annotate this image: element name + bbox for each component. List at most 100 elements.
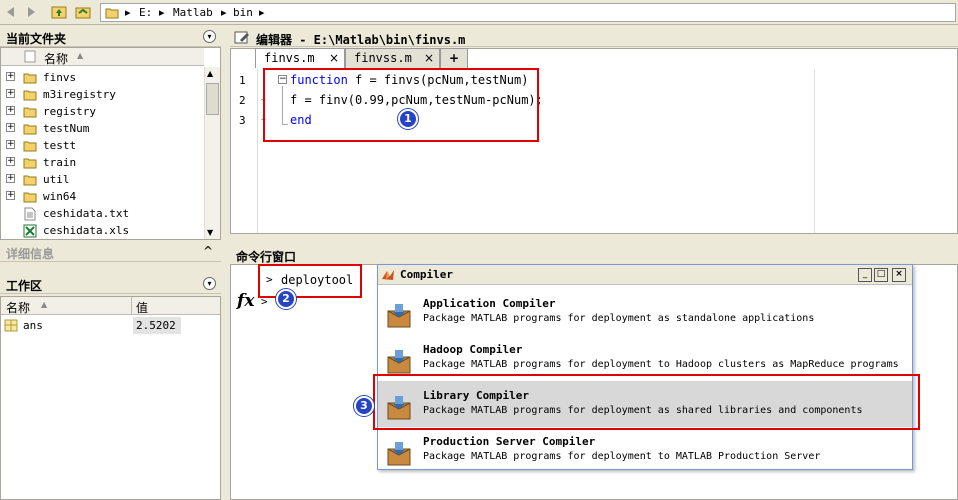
folder-row[interactable]: + m3iregistry bbox=[1, 86, 204, 103]
function-browser-icon[interactable]: fx bbox=[237, 291, 254, 311]
variable-value: 2.5202 bbox=[136, 319, 176, 332]
path-field[interactable]: ▸ E: ▸ Matlab ▸ bin ▸ bbox=[100, 3, 956, 22]
panel-splitter[interactable] bbox=[221, 25, 230, 500]
close-tab-icon[interactable]: × bbox=[424, 51, 434, 65]
file-row[interactable]: ceshidata.xls bbox=[1, 222, 204, 239]
folder-column-header[interactable]: 名称 ▲ bbox=[1, 48, 204, 66]
path-drive[interactable]: E: bbox=[139, 6, 152, 19]
minimize-icon[interactable]: _ bbox=[858, 268, 872, 282]
file-name: ceshidata.xls bbox=[43, 224, 130, 237]
editor-pencil-icon bbox=[234, 31, 249, 44]
close-tab-icon[interactable]: × bbox=[329, 51, 339, 65]
expand-icon[interactable]: + bbox=[6, 89, 15, 98]
workspace-title-bar: 工作区 ▾ bbox=[0, 275, 221, 294]
folder-icon bbox=[23, 90, 37, 101]
path-separator: ▸ bbox=[259, 6, 265, 19]
scroll-up-icon[interactable]: ▲ bbox=[207, 69, 213, 78]
folder-row[interactable]: + registry bbox=[1, 103, 204, 120]
folder-name: testNum bbox=[43, 122, 90, 135]
current-folder-panel: 名称 ▲ + finvs + m3iregistry + registry + … bbox=[0, 47, 221, 240]
path-separator: ▸ bbox=[125, 6, 131, 19]
folder-row[interactable]: + testNum bbox=[1, 120, 204, 137]
expand-icon[interactable]: + bbox=[6, 106, 15, 115]
workspace-row[interactable]: ans 2.5202 bbox=[1, 317, 220, 334]
expand-icon[interactable]: + bbox=[6, 72, 15, 81]
folder-row[interactable]: + util bbox=[1, 171, 204, 188]
production-server-compiler-item[interactable]: Production Server Compiler Package MATLA… bbox=[378, 427, 912, 473]
folder-name: finvs bbox=[43, 71, 77, 84]
workspace-title: 工作区 bbox=[6, 279, 43, 293]
browse-folder-icon[interactable] bbox=[74, 3, 92, 21]
item-title: Production Server Compiler bbox=[423, 435, 596, 448]
command-title: 命令行窗口 bbox=[236, 250, 297, 264]
maximize-icon[interactable]: □ bbox=[874, 268, 888, 282]
add-tab-button[interactable]: + bbox=[440, 48, 468, 68]
matlab-logo-icon bbox=[382, 270, 394, 280]
details-title: 详细信息 bbox=[6, 247, 55, 261]
folder-name: train bbox=[43, 156, 77, 169]
folder-name: m3iregistry bbox=[43, 88, 116, 101]
application-compiler-item[interactable]: Application Compiler Package MATLAB prog… bbox=[378, 289, 912, 335]
forward-arrow-icon[interactable] bbox=[24, 3, 40, 21]
folder-icon bbox=[23, 192, 37, 203]
line-number: 2 bbox=[239, 94, 246, 107]
panel-actions-icon[interactable]: ▾ bbox=[203, 30, 216, 43]
item-description: Package MATLAB programs for deployment t… bbox=[423, 451, 821, 462]
current-folder-title: 当前文件夹 bbox=[6, 32, 67, 46]
column-divider[interactable] bbox=[131, 297, 132, 315]
folder-name: testt bbox=[43, 139, 77, 152]
workspace-header[interactable]: 名称 ▲ 值 bbox=[1, 297, 220, 315]
line-number: 3 bbox=[239, 114, 246, 127]
col-name-header[interactable]: 名称 bbox=[6, 299, 30, 316]
item-title: Hadoop Compiler bbox=[423, 343, 523, 356]
folder-icon bbox=[23, 158, 37, 169]
folder-icon bbox=[23, 175, 37, 186]
line-number: 1 bbox=[239, 74, 246, 87]
folder-row[interactable]: + win64 bbox=[1, 188, 204, 205]
path-separator: ▸ bbox=[221, 6, 227, 19]
details-title-bar[interactable]: 详细信息 ^ bbox=[0, 243, 221, 262]
panel-actions-icon[interactable]: ▾ bbox=[203, 277, 216, 290]
path-folder-matlab[interactable]: Matlab bbox=[173, 6, 213, 19]
folder-scrollbar[interactable]: ▲ ▼ bbox=[204, 67, 220, 239]
folder-row[interactable]: + train bbox=[1, 154, 204, 171]
compiler-title: Compiler bbox=[400, 268, 453, 281]
scroll-down-icon[interactable]: ▼ bbox=[207, 228, 213, 237]
variable-icon bbox=[4, 319, 18, 332]
sort-ascending-icon: ▲ bbox=[77, 51, 84, 60]
expand-icon[interactable]: + bbox=[6, 191, 15, 200]
path-folder-bin[interactable]: bin bbox=[233, 6, 253, 19]
tab-finvs[interactable]: finvs.m × bbox=[255, 48, 345, 68]
right-margin-line bbox=[814, 69, 815, 233]
excel-file-icon bbox=[23, 224, 37, 238]
up-folder-icon[interactable] bbox=[50, 3, 68, 21]
compiler-package-icon bbox=[387, 350, 411, 374]
file-type-column-icon bbox=[24, 50, 36, 63]
file-row[interactable]: ceshidata.txt bbox=[1, 205, 204, 222]
item-description: Package MATLAB programs for deployment t… bbox=[423, 359, 899, 370]
scroll-thumb[interactable] bbox=[206, 83, 219, 115]
folder-row[interactable]: + finvs bbox=[1, 69, 204, 86]
step-badge-1: 1 bbox=[398, 109, 418, 129]
highlight-box-command bbox=[258, 264, 362, 298]
close-icon[interactable]: × bbox=[892, 268, 906, 282]
address-bar: ▸ E: ▸ Matlab ▸ bin ▸ bbox=[0, 0, 958, 25]
compiler-title-bar[interactable]: Compiler _ □ × bbox=[378, 265, 912, 285]
expand-icon[interactable]: + bbox=[6, 140, 15, 149]
text-file-icon bbox=[24, 207, 36, 221]
workspace-panel: 名称 ▲ 值 ans 2.5202 bbox=[0, 296, 221, 500]
command-title-bar: 命令行窗口 bbox=[230, 246, 958, 265]
folder-row[interactable]: + testt bbox=[1, 137, 204, 154]
expand-icon[interactable]: + bbox=[6, 123, 15, 132]
tab-finvss[interactable]: finvss.m × bbox=[345, 48, 440, 68]
item-title: Application Compiler bbox=[423, 297, 556, 310]
tab-label: finvs.m bbox=[264, 51, 315, 65]
expand-icon[interactable]: + bbox=[6, 174, 15, 183]
chevron-up-icon[interactable]: ^ bbox=[203, 244, 213, 258]
highlight-box-library-compiler bbox=[373, 374, 920, 430]
back-arrow-icon[interactable] bbox=[2, 3, 18, 21]
col-value-header[interactable]: 值 bbox=[136, 299, 148, 316]
editor-title: 编辑器 - E:\Matlab\bin\finvs.m bbox=[256, 33, 466, 47]
expand-icon[interactable]: + bbox=[6, 157, 15, 166]
variable-value-cell: 2.5202 bbox=[133, 317, 181, 334]
